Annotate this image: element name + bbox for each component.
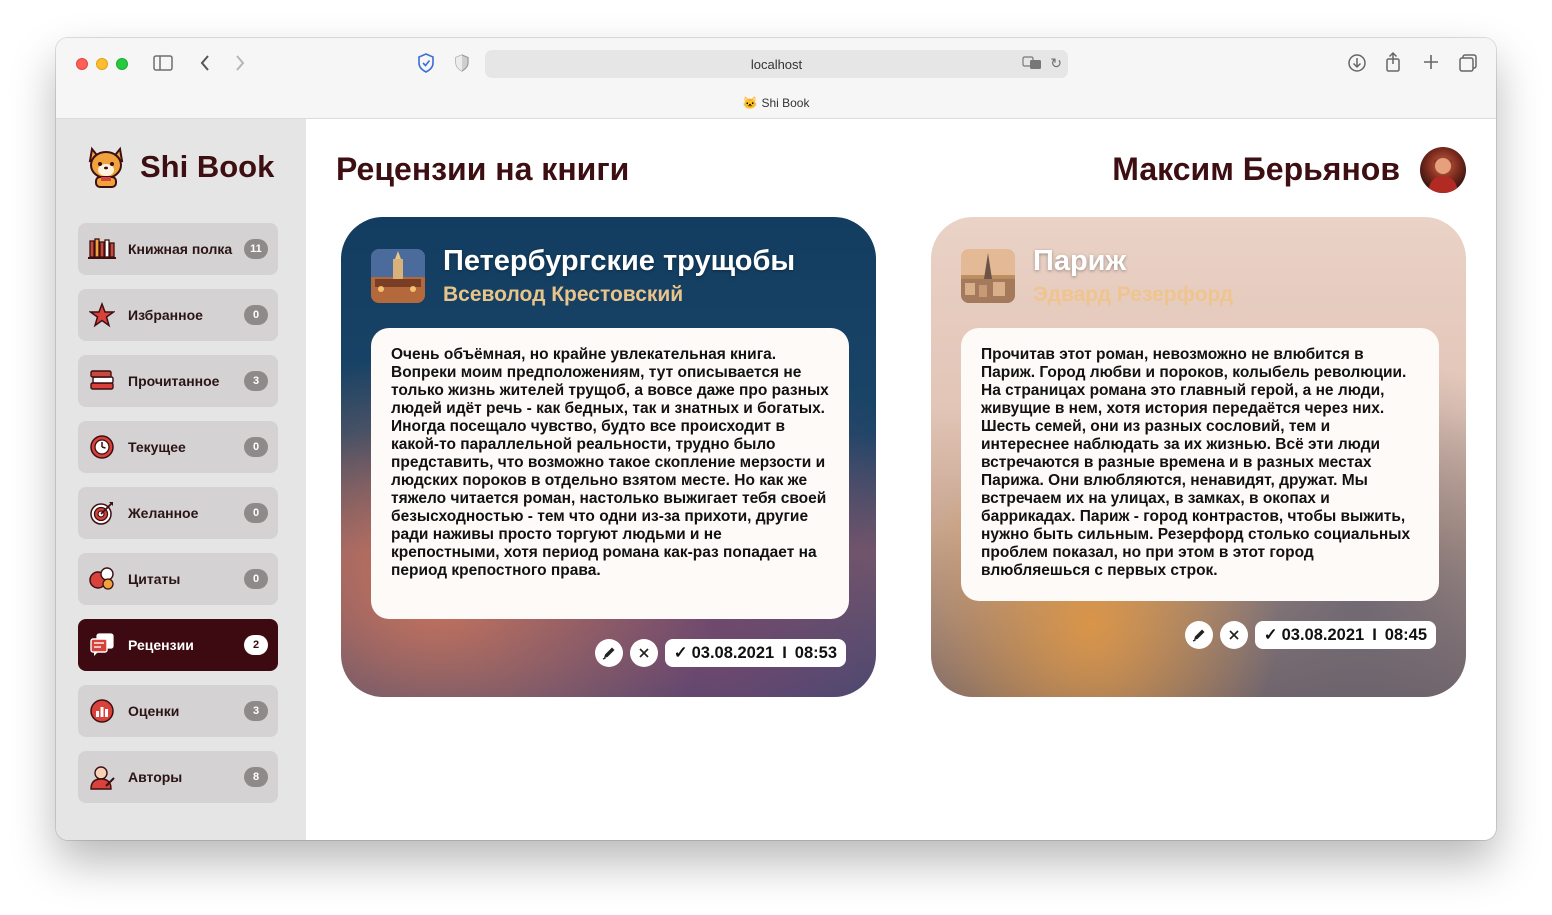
- delete-button[interactable]: [629, 639, 658, 667]
- book-stack-icon: [88, 367, 116, 395]
- date-separator: I: [1372, 625, 1377, 644]
- review-timestamp: ✓ 03.08.2021 I 08:45: [1254, 621, 1436, 649]
- count-badge: 3: [244, 701, 268, 721]
- close-icon: [639, 648, 649, 658]
- book-author: Всеволод Крестовский: [443, 283, 684, 306]
- reload-icon[interactable]: ↻: [1050, 56, 1062, 70]
- shield-icon[interactable]: [454, 54, 470, 75]
- count-badge: 3: [244, 371, 268, 391]
- sidebar-item-label: Цитаты: [128, 571, 181, 587]
- sidebar-item-label: Рецензии: [128, 637, 194, 653]
- minimize-window-button[interactable]: [96, 58, 108, 70]
- sidebar-item-label: Авторы: [128, 769, 183, 785]
- sidebar-item-reviews[interactable]: Рецензии 2: [78, 619, 278, 671]
- review-text: Очень объёмная, но крайне увлекательная …: [371, 328, 849, 619]
- delete-button[interactable]: [1219, 621, 1248, 649]
- pencil-icon: [1192, 629, 1205, 642]
- check-icon: ✓: [1263, 626, 1278, 644]
- address-bar[interactable]: localhost ↻: [485, 50, 1068, 78]
- sidebar-item-read[interactable]: Прочитанное 3: [78, 355, 278, 407]
- review-text: Прочитав этот роман, невозможно не влюби…: [961, 328, 1439, 601]
- review-date: 03.08.2021: [1281, 625, 1365, 644]
- avatar[interactable]: [1420, 147, 1466, 193]
- sidebar-item-label: Избранное: [128, 307, 203, 323]
- url-text: localhost: [750, 57, 803, 72]
- sidebar-item-label: Книжная полка: [128, 241, 233, 257]
- share-icon[interactable]: [1384, 51, 1402, 76]
- count-badge: 0: [244, 437, 268, 457]
- star-icon: [88, 301, 116, 329]
- book-title: Петербургские трущобы: [443, 245, 796, 277]
- review-timestamp: ✓ 03.08.2021 I 08:53: [664, 639, 846, 667]
- review-actions: ✓ 03.08.2021 I 08:45: [1184, 621, 1436, 649]
- zoom-window-button[interactable]: [116, 58, 128, 70]
- book-cover-image: [961, 249, 1015, 303]
- sidebar-item-bookshelf[interactable]: Книжная полка 11: [78, 223, 278, 275]
- count-badge: 2: [244, 635, 268, 655]
- tab-favicon-icon: 🐱: [742, 96, 758, 110]
- active-tab[interactable]: 🐱 Shi Book: [56, 96, 1496, 110]
- sidebar-item-authors[interactable]: Авторы 8: [78, 751, 278, 803]
- user-name[interactable]: Максим Берьянов: [1112, 151, 1400, 188]
- book-cover-image: [371, 249, 425, 303]
- back-icon[interactable]: [199, 54, 211, 75]
- sidebar-toggle-icon[interactable]: [153, 55, 173, 74]
- close-window-button[interactable]: [76, 58, 88, 70]
- quote-icon: [88, 565, 116, 593]
- translate-icon[interactable]: [1022, 56, 1042, 72]
- review-time: 08:53: [794, 643, 837, 662]
- ratings-icon: [88, 697, 116, 725]
- sidebar-item-ratings[interactable]: Оценки 3: [78, 685, 278, 737]
- check-icon: ✓: [673, 644, 688, 662]
- tab-title: Shi Book: [761, 96, 810, 110]
- sidebar-item-label: Оценки: [128, 703, 180, 719]
- review-actions: ✓ 03.08.2021 I 08:53: [594, 639, 846, 667]
- count-badge: 0: [244, 569, 268, 589]
- target-icon: [88, 499, 116, 527]
- review-card: Париж Эдвард Резерфорд Прочитав этот ром…: [931, 217, 1466, 697]
- privacy-shield-icon[interactable]: [417, 53, 435, 76]
- page-title: Рецензии на книги: [336, 151, 630, 187]
- count-badge: 11: [244, 239, 268, 259]
- app-name: Shi Book: [140, 149, 275, 184]
- count-badge: 0: [244, 305, 268, 325]
- count-badge: 8: [244, 767, 268, 787]
- book-author: Эдвард Резерфорд: [1033, 283, 1234, 306]
- count-badge: 0: [244, 503, 268, 523]
- browser-window: localhost ↻ 🐱 Shi Book Shi Book Книжная …: [56, 38, 1496, 840]
- clock-icon: [88, 433, 116, 461]
- sidebar-item-quotes[interactable]: Цитаты 0: [78, 553, 278, 605]
- sidebar: Shi Book Книжная полка 11 Избранное 0 Пр…: [56, 119, 306, 840]
- app-logo[interactable]: Shi Book: [86, 145, 274, 189]
- main-content: Рецензии на книги Максим Берьянов Петерб…: [306, 119, 1496, 840]
- close-icon: [1229, 630, 1239, 640]
- download-icon[interactable]: [1347, 53, 1367, 76]
- forward-icon[interactable]: [234, 54, 246, 75]
- book-title: Париж: [1033, 245, 1127, 277]
- sidebar-item-label: Прочитанное: [128, 373, 220, 389]
- edit-button[interactable]: [594, 639, 623, 667]
- bookshelf-icon: [88, 235, 116, 263]
- pencil-icon: [602, 647, 615, 660]
- sidebar-item-label: Желанное: [128, 505, 199, 521]
- review-date: 03.08.2021: [691, 643, 775, 662]
- date-separator: I: [782, 643, 787, 662]
- sidebar-item-current[interactable]: Текущее 0: [78, 421, 278, 473]
- review-time: 08:45: [1384, 625, 1427, 644]
- browser-toolbar: localhost ↻ 🐱 Shi Book: [56, 38, 1496, 119]
- sidebar-item-label: Текущее: [128, 439, 186, 455]
- sidebar-item-favorites[interactable]: Избранное 0: [78, 289, 278, 341]
- author-icon: [88, 763, 116, 791]
- sidebar-item-wishlist[interactable]: Желанное 0: [78, 487, 278, 539]
- tab-overview-icon[interactable]: [1458, 53, 1478, 76]
- shiba-logo-icon: [88, 146, 124, 188]
- new-tab-icon[interactable]: [1422, 53, 1440, 74]
- review-card: Петербургские трущобы Всеволод Крестовск…: [341, 217, 876, 697]
- edit-button[interactable]: [1184, 621, 1213, 649]
- reviews-icon: [88, 631, 116, 659]
